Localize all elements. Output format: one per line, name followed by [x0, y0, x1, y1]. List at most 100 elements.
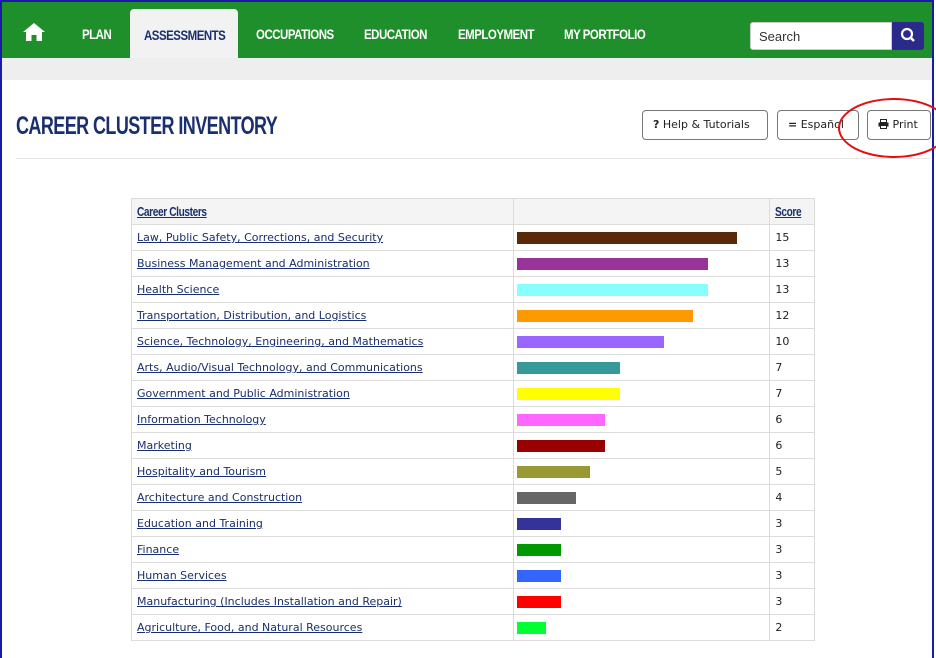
sub-navbar	[2, 58, 932, 80]
cluster-link[interactable]: Business Management and Administration	[137, 257, 370, 270]
score-bar	[517, 336, 665, 348]
score-bar-cell	[513, 536, 771, 563]
language-icon: =	[788, 118, 798, 131]
cluster-link[interactable]: Law, Public Safety, Corrections, and Sec…	[137, 231, 383, 244]
cluster-link[interactable]: Arts, Audio/Visual Technology, and Commu…	[137, 361, 423, 374]
score-bar	[517, 388, 621, 400]
search-input[interactable]: Search	[750, 22, 892, 50]
cluster-name-cell: Agriculture, Food, and Natural Resources	[130, 614, 515, 641]
header-score-label: Score	[775, 204, 802, 219]
score-bar-cell	[513, 588, 771, 615]
cluster-link[interactable]: Information Technology	[137, 413, 266, 426]
score-bar-cell	[513, 224, 771, 251]
cluster-link[interactable]: Science, Technology, Engineering, and Ma…	[137, 335, 423, 348]
cluster-name-cell: Government and Public Administration	[130, 380, 515, 407]
nav-employment[interactable]: EMPLOYMENT	[458, 2, 535, 58]
cluster-link[interactable]: Agriculture, Food, and Natural Resources	[137, 621, 362, 634]
score-bar	[517, 466, 591, 478]
score-bar-cell	[513, 328, 771, 355]
score-bar-cell	[513, 302, 771, 329]
table-row: Information Technology 6	[130, 406, 815, 433]
score-bar-cell	[513, 354, 771, 381]
cluster-name-cell: Law, Public Safety, Corrections, and Sec…	[130, 224, 515, 251]
score-value: 3	[769, 588, 815, 615]
score-value: 10	[769, 328, 815, 355]
cluster-link[interactable]: Human Services	[137, 569, 227, 582]
nav-occupations[interactable]: OCCUPATIONS	[256, 2, 334, 58]
score-bar	[517, 414, 606, 426]
cluster-link[interactable]: Hospitality and Tourism	[137, 465, 266, 478]
table-row: Science, Technology, Engineering, and Ma…	[130, 328, 815, 355]
score-bar	[517, 362, 621, 374]
score-value: 4	[769, 484, 815, 511]
cluster-link[interactable]: Transportation, Distribution, and Logist…	[137, 309, 366, 322]
score-bar-cell	[513, 276, 771, 303]
score-value: 3	[769, 536, 815, 563]
table-row: Architecture and Construction 4	[130, 484, 815, 511]
score-value: 13	[769, 276, 815, 303]
question-icon: ?	[653, 118, 660, 131]
table-row: Manufacturing (Includes Installation and…	[130, 588, 815, 615]
cluster-name-cell: Marketing	[130, 432, 515, 459]
score-value: 2	[769, 614, 815, 641]
score-value: 3	[769, 562, 815, 589]
search-button[interactable]	[892, 22, 924, 50]
table-row: Health Science 13	[130, 276, 815, 303]
home-icon[interactable]	[22, 22, 46, 42]
cluster-link[interactable]: Architecture and Construction	[137, 491, 302, 504]
cluster-name-cell: Health Science	[130, 276, 515, 303]
cluster-name-cell: Human Services	[130, 562, 515, 589]
header-career-clusters[interactable]: Career Clusters	[130, 198, 515, 225]
cluster-name-cell: Science, Technology, Engineering, and Ma…	[130, 328, 515, 355]
table-row: Law, Public Safety, Corrections, and Sec…	[130, 224, 815, 251]
score-value: 7	[769, 380, 815, 407]
cluster-link[interactable]: Government and Public Administration	[137, 387, 350, 400]
score-bar-cell	[513, 562, 771, 589]
cluster-name-cell: Finance	[130, 536, 515, 563]
score-bar-cell	[513, 406, 771, 433]
score-bar	[517, 284, 709, 296]
cluster-name-cell: Information Technology	[130, 406, 515, 433]
score-bar-cell	[513, 510, 771, 537]
help-tutorials-label: Help & Tutorials	[662, 118, 750, 131]
table-row: Education and Training 3	[130, 510, 815, 537]
score-bar-cell	[513, 484, 771, 511]
nav-assessments[interactable]: ASSESSMENTS	[130, 9, 238, 58]
career-cluster-table: Career Clusters Score Law, Public Safety…	[130, 198, 815, 641]
cluster-link[interactable]: Education and Training	[137, 517, 263, 530]
header-bar	[513, 198, 771, 225]
search-icon	[900, 27, 915, 42]
score-value: 6	[769, 432, 815, 459]
score-value: 15	[769, 224, 815, 251]
score-value: 5	[769, 458, 815, 485]
table-row: Transportation, Distribution, and Logist…	[130, 302, 815, 329]
cluster-link[interactable]: Manufacturing (Includes Installation and…	[137, 595, 402, 608]
help-tutorials-button[interactable]: ? Help & Tutorials	[642, 110, 768, 140]
header-score[interactable]: Score	[769, 198, 815, 225]
page-title: CAREER CLUSTER INVENTORY	[16, 112, 278, 140]
score-bar	[517, 440, 606, 452]
table-row: Human Services 3	[130, 562, 815, 589]
table-row: Finance 3	[130, 536, 815, 563]
nav-my-portfolio[interactable]: MY PORTFOLIO	[564, 2, 646, 58]
nav-assessments-label: ASSESSMENTS	[144, 27, 226, 43]
cluster-link[interactable]: Marketing	[137, 439, 192, 452]
table-header-row: Career Clusters Score	[130, 198, 815, 225]
score-bar-cell	[513, 380, 771, 407]
table-row: Government and Public Administration 7	[130, 380, 815, 407]
cluster-name-cell: Business Management and Administration	[130, 250, 515, 277]
header-career-clusters-label: Career Clusters	[137, 204, 207, 219]
title-divider	[16, 158, 930, 159]
score-bar-cell	[513, 432, 771, 459]
score-bar	[517, 232, 738, 244]
score-bar	[517, 518, 562, 530]
cluster-link[interactable]: Finance	[137, 543, 179, 556]
score-value: 7	[769, 354, 815, 381]
score-bar	[517, 570, 562, 582]
score-bar-cell	[513, 250, 771, 277]
score-bar	[517, 622, 547, 634]
nav-plan[interactable]: PLAN	[82, 2, 112, 58]
cluster-name-cell: Manufacturing (Includes Installation and…	[130, 588, 515, 615]
cluster-link[interactable]: Health Science	[137, 283, 219, 296]
nav-education[interactable]: EDUCATION	[364, 2, 427, 58]
